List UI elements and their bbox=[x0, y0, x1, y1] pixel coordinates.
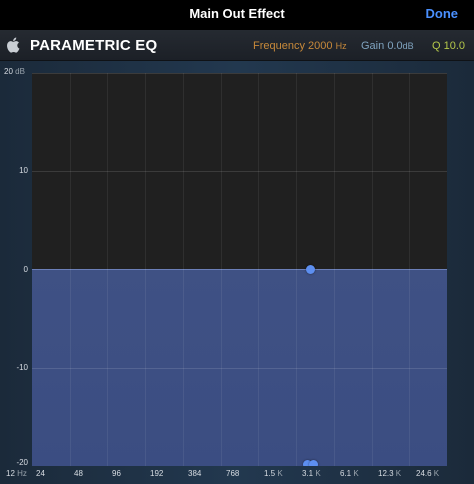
x-tick-label: 3.1 K bbox=[302, 469, 321, 478]
x-tick-label: 768 bbox=[226, 469, 240, 478]
x-tick-label: 192 bbox=[150, 469, 164, 478]
q-value: 10.0 bbox=[443, 40, 466, 52]
frequency-unit: Hz bbox=[335, 41, 347, 51]
y-tick-label: -20 bbox=[16, 458, 28, 467]
eq-q-handle[interactable] bbox=[308, 460, 318, 466]
frequency-readout[interactable]: Frequency 2000 Hz bbox=[253, 40, 347, 52]
grid-line-horizontal bbox=[32, 368, 447, 369]
y-tick-label: 10 bbox=[19, 166, 28, 176]
x-tick-label: 6.1 K bbox=[340, 469, 359, 478]
x-tick-label: 48 bbox=[74, 469, 83, 478]
grid-line-vertical bbox=[107, 73, 108, 466]
gain-value: 0.0 bbox=[387, 40, 403, 52]
grid-line-vertical bbox=[221, 73, 222, 466]
x-tick-label: 24 bbox=[36, 469, 45, 478]
eq-band-handle[interactable] bbox=[305, 265, 315, 274]
q-readout[interactable]: Q 10.0 bbox=[432, 40, 465, 52]
x-tick-label: 96 bbox=[112, 469, 121, 478]
x-tick-label: 1.5 K bbox=[264, 469, 283, 478]
top-bar: Main Out Effect Done bbox=[0, 0, 474, 30]
y-tick-label: 0 bbox=[23, 264, 28, 274]
grid-line-horizontal bbox=[32, 171, 447, 172]
grid-line-vertical bbox=[334, 73, 335, 466]
grid-line-vertical bbox=[372, 73, 373, 466]
x-tick-label: 12 Hz bbox=[6, 469, 27, 478]
frequency-label: Frequency bbox=[253, 40, 305, 52]
y-tick-label: 20 dB bbox=[4, 67, 25, 76]
y-tick-label: -10 bbox=[16, 362, 28, 372]
apple-logo-icon bbox=[7, 37, 20, 53]
done-button[interactable]: Done bbox=[426, 6, 459, 21]
grid-line-vertical bbox=[409, 73, 410, 466]
x-tick-label: 12.3 K bbox=[378, 469, 402, 478]
q-label: Q bbox=[432, 40, 441, 52]
grid-line-horizontal bbox=[32, 73, 447, 74]
grid-line-vertical bbox=[183, 73, 184, 466]
grid-line-vertical bbox=[70, 73, 71, 466]
eq-header: PARAMETRIC EQ Frequency 2000 Hz Gain 0.0… bbox=[0, 30, 474, 61]
x-axis-labels: 12 Hz 24 48 96 192 384 768 1.5 K 3.1 K 6.1 K 12.3 … bbox=[0, 469, 474, 483]
grid-line-vertical bbox=[258, 73, 259, 466]
grid-line-vertical bbox=[296, 73, 297, 466]
gain-unit: dB bbox=[402, 41, 414, 51]
gain-label: Gain bbox=[361, 40, 385, 52]
eq-graph[interactable] bbox=[32, 73, 447, 466]
grid-line-vertical bbox=[145, 73, 146, 466]
effect-title: Main Out Effect bbox=[189, 6, 285, 21]
x-tick-label: 24.6 K bbox=[416, 469, 440, 478]
gain-readout[interactable]: Gain 0.0dB bbox=[361, 40, 414, 52]
frequency-value: 2000 bbox=[308, 40, 333, 52]
x-tick-label: 384 bbox=[188, 469, 202, 478]
eq-response-curve bbox=[32, 269, 447, 270]
eq-title: PARAMETRIC EQ bbox=[30, 37, 158, 54]
